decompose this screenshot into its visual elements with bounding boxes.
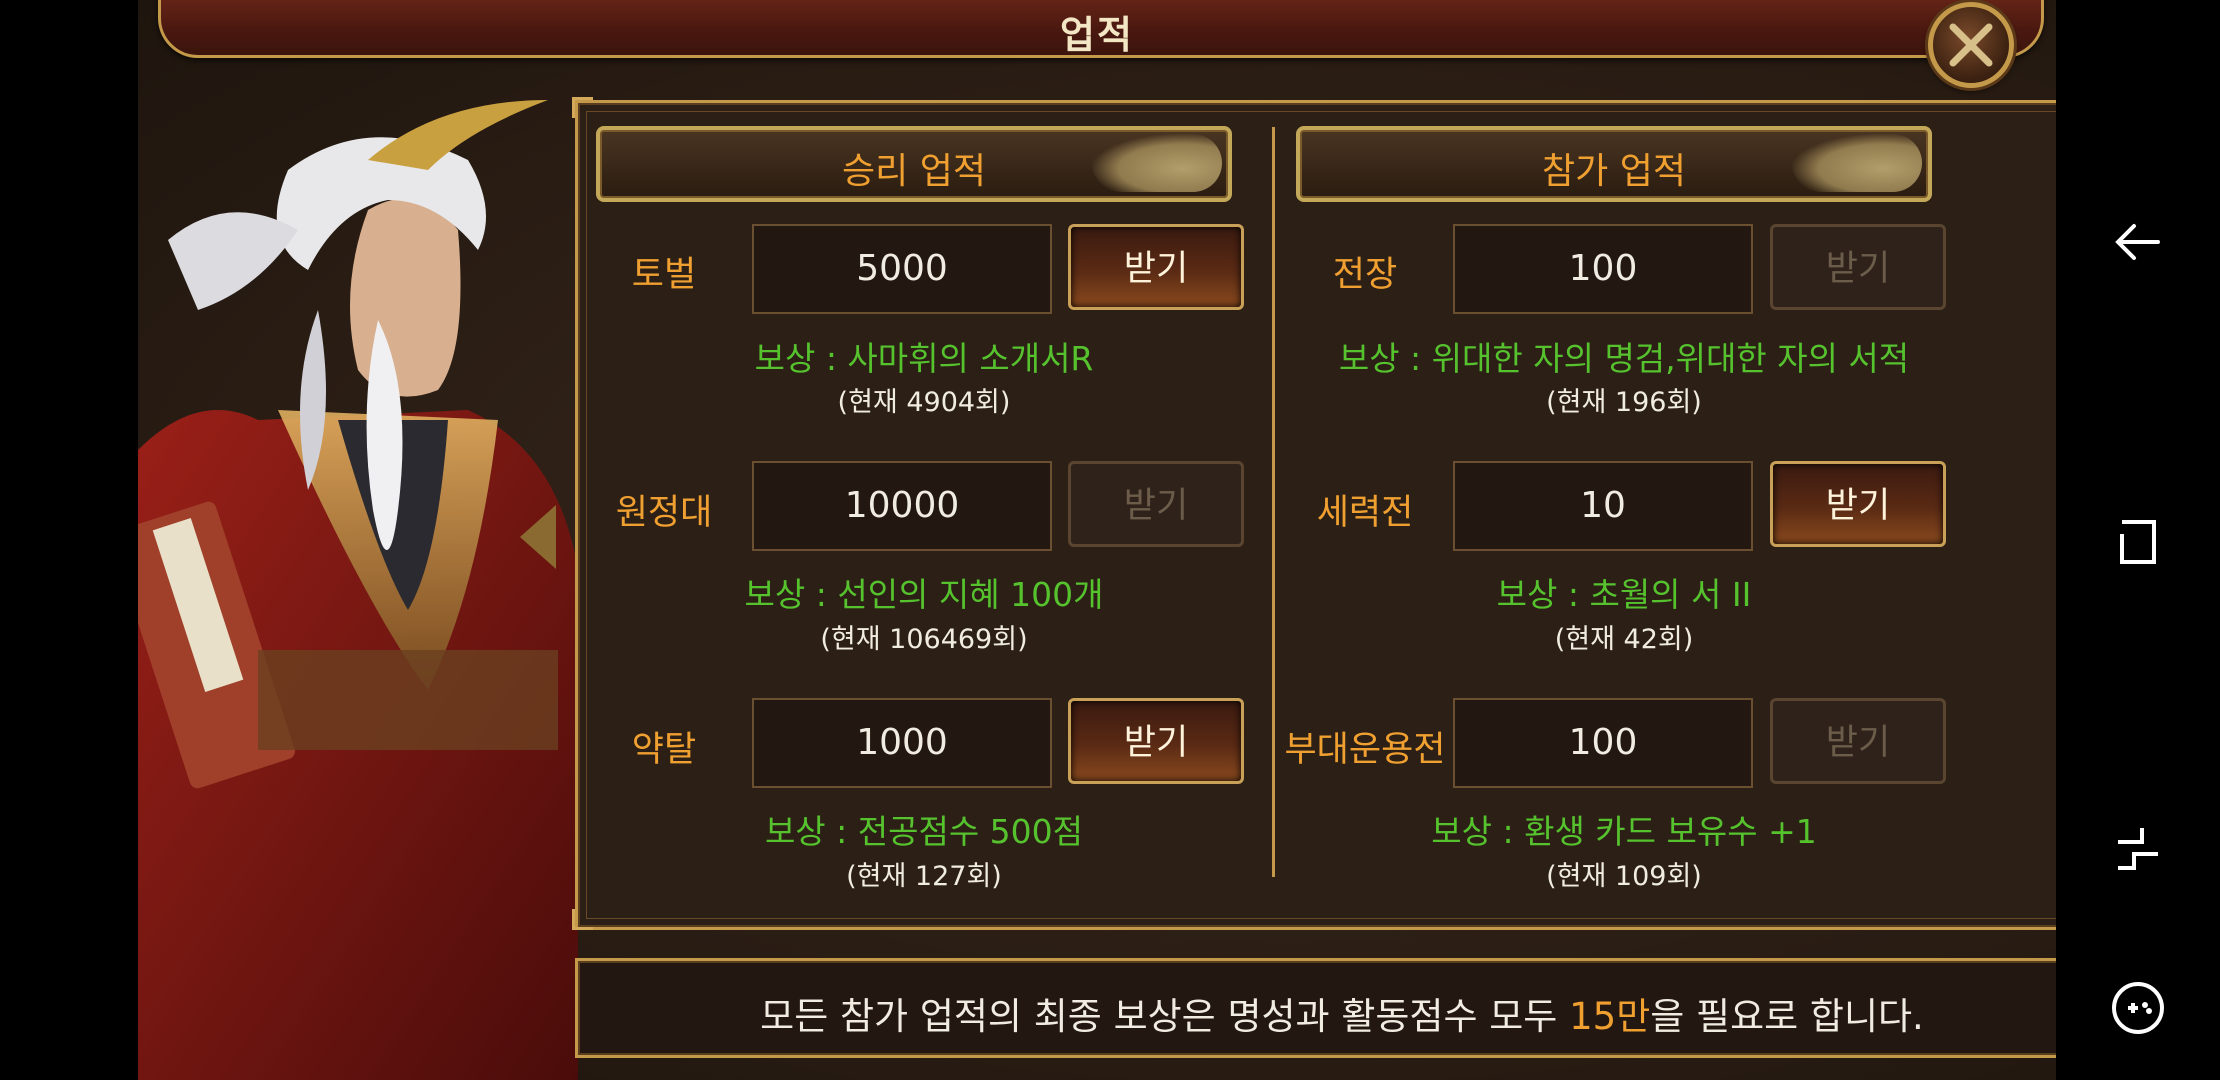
participation-header: 참가 업적 — [1296, 126, 1932, 202]
reward-text: 보상 : 위대한 자의 명검,위대한 자의 서적 — [1338, 339, 1910, 378]
left-letterbox — [0, 0, 138, 1080]
notice-bar: 모든 참가 업적의 최종 보상은 명성과 활동점수 모두 15만을 필요로 합니… — [575, 958, 2056, 1058]
reward-text: 보상 : 전공점수 500점 — [764, 812, 1084, 851]
claim-button[interactable]: 받기 — [1770, 698, 1946, 784]
current-count: (현재 196회) — [1546, 387, 1702, 418]
sage-portrait — [138, 100, 578, 1080]
notice-text-end: 을 필요로 합니다. — [1650, 995, 1924, 1038]
close-button[interactable] — [1928, 2, 2014, 88]
reward-text: 보상 : 초월의 서 II — [1496, 575, 1752, 614]
goal-value: 100 — [1453, 698, 1753, 788]
current-count: (현재 109회) — [1546, 861, 1702, 892]
row-label: 토벌 — [631, 255, 697, 295]
current-count: (현재 42회) — [1554, 624, 1694, 655]
reward-text: 보상 : 사마휘의 소개서R — [754, 339, 1094, 378]
goal-value: 100 — [1453, 224, 1753, 314]
notice-highlight: 15만 — [1569, 995, 1651, 1038]
goal-value: 1000 — [752, 698, 1052, 788]
row-label: 부대운용전 — [1284, 730, 1446, 770]
system-nav-bar — [2056, 0, 2220, 1080]
victory-header: 승리 업적 — [596, 126, 1232, 202]
achievement-screen: 업적 승리 업적 토벌 5000 받기 보상: 사마휘의 소개서R (현재 4… — [138, 0, 2056, 1080]
claim-button[interactable]: 받기 — [1068, 461, 1244, 547]
row-label: 세력전 — [1316, 493, 1414, 533]
row-label: 전장 — [1332, 255, 1398, 295]
goal-value: 10000 — [752, 461, 1052, 551]
cloud-ornament-icon — [1792, 134, 1922, 192]
goal-value: 5000 — [752, 224, 1052, 314]
reward-text: 보상 : 환생 카드 보유수 +1 — [1431, 812, 1817, 851]
recent-apps-icon[interactable] — [2108, 512, 2168, 572]
nav-switch-icon[interactable] — [2108, 820, 2168, 880]
claim-button[interactable]: 받기 — [1068, 698, 1244, 784]
row-label: 약탈 — [631, 730, 697, 770]
notice-text: 모든 참가 업적의 최종 보상은 명성과 활동점수 모두 15만을 필요로 합니… — [578, 986, 2056, 1040]
notice-text-start: 모든 참가 업적의 최종 보상은 명성과 활동점수 모두 — [760, 995, 1570, 1038]
current-count: (현재 106469회) — [820, 624, 1028, 655]
close-icon — [1949, 23, 1993, 67]
claim-button[interactable]: 받기 — [1770, 461, 1946, 547]
page-title: 업적 — [1060, 13, 1134, 57]
row-label: 원정대 — [615, 493, 713, 533]
claim-button[interactable]: 받기 — [1770, 224, 1946, 310]
current-count: (현재 127회) — [846, 861, 1002, 892]
prev-page-arrow[interactable] — [520, 505, 556, 569]
back-arrow-icon[interactable] — [2108, 212, 2168, 272]
current-count: (현재 4904회) — [837, 387, 1011, 418]
cloud-ornament-icon — [1092, 134, 1222, 192]
reward-text: 보상 : 선인의 지혜 100개 — [744, 575, 1104, 614]
claim-button[interactable]: 받기 — [1068, 224, 1244, 310]
goal-value: 10 — [1453, 461, 1753, 551]
game-tools-icon[interactable] — [2108, 978, 2168, 1038]
